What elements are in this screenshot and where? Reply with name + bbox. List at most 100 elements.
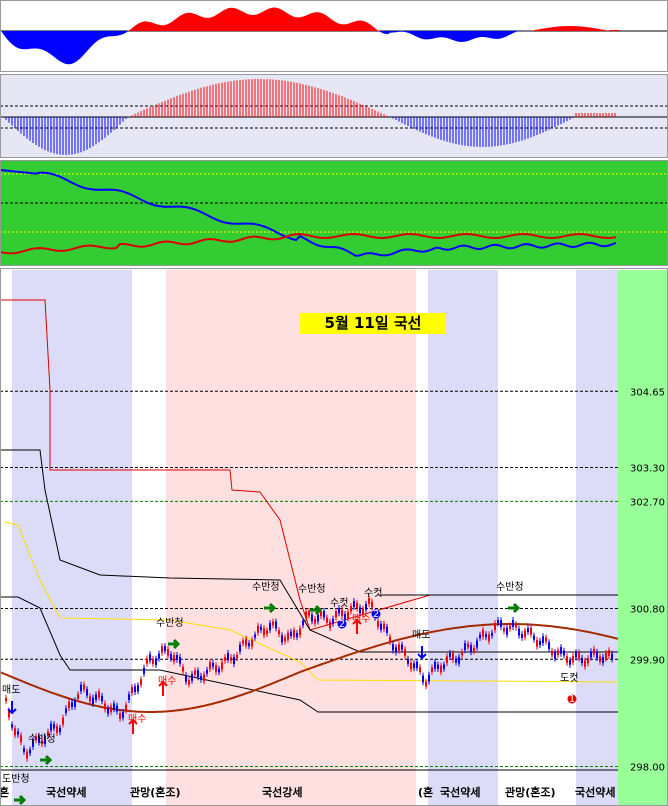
candle-body xyxy=(389,636,391,643)
candle-body xyxy=(275,621,277,629)
candle-body xyxy=(146,658,148,664)
trading-chart: 매도수반청도반청매수수반청매수수반청 수반청2수컷매수 2수컷매도수반청1도컷 30… xyxy=(0,0,668,806)
candle-body xyxy=(308,610,310,616)
candle-body xyxy=(56,726,58,733)
candle-body xyxy=(353,601,355,608)
candle-body xyxy=(431,667,433,672)
candle-body xyxy=(515,624,517,628)
signal-label: 매수 xyxy=(352,613,370,625)
candle-body xyxy=(320,611,322,617)
candle-body xyxy=(464,643,466,651)
y-tick-label: 300.80 xyxy=(630,605,665,616)
candle-body xyxy=(551,650,553,656)
regime-band xyxy=(428,270,498,806)
candle-body xyxy=(137,685,139,692)
chart-title: 5월 11일 국선 xyxy=(300,313,446,334)
candle-body xyxy=(179,656,181,664)
candle-body xyxy=(293,630,295,637)
candle-body xyxy=(512,620,514,627)
candle-body xyxy=(317,614,319,622)
candle-body xyxy=(245,638,247,646)
signal-label: 매도 xyxy=(412,629,430,641)
candle-body xyxy=(548,642,550,649)
candle-body xyxy=(248,643,250,647)
candle-body xyxy=(608,650,610,656)
regime-band xyxy=(166,270,416,806)
price-panel: 매도수반청도반청매수수반청매수수반청 수반청2수컷매수 2수컷매도수반청1도컷 30… xyxy=(0,268,668,806)
candle-body xyxy=(593,648,595,655)
candle-body xyxy=(239,644,241,652)
candle-body xyxy=(545,637,547,642)
candle-body xyxy=(488,634,490,642)
candle-body xyxy=(224,657,226,661)
candle-body xyxy=(170,654,172,659)
candle-body xyxy=(17,731,19,735)
candle-body xyxy=(581,657,583,664)
candle-body xyxy=(65,708,67,713)
candle-body xyxy=(518,628,520,636)
candle-body xyxy=(185,675,187,682)
candle-body xyxy=(305,611,307,619)
candle-body xyxy=(458,656,460,664)
candle-body xyxy=(188,680,190,685)
candle-body xyxy=(20,735,22,743)
candle-body xyxy=(62,717,64,725)
cut-badge-label: 2 xyxy=(373,609,379,620)
candle-body xyxy=(149,654,151,661)
candle-body xyxy=(365,603,367,610)
regime-label: 국선약세 xyxy=(440,785,480,799)
candle-body xyxy=(158,653,160,659)
candle-body xyxy=(281,635,283,643)
candle-body xyxy=(194,670,196,675)
candle-body xyxy=(152,658,154,665)
regime-band xyxy=(12,270,132,806)
candle-body xyxy=(584,660,586,667)
candle-body xyxy=(566,656,568,663)
regime-label: 국선약세 xyxy=(46,785,86,799)
candle-body xyxy=(89,696,91,702)
candle-body xyxy=(134,686,136,692)
candle-body xyxy=(380,623,382,630)
candle-body xyxy=(563,650,565,656)
candle-body xyxy=(218,668,220,673)
candle-body xyxy=(167,649,169,656)
candle-body xyxy=(443,664,445,669)
candle-body xyxy=(587,658,589,664)
candle-body xyxy=(227,652,229,660)
candle-body xyxy=(500,620,502,628)
candle-body xyxy=(395,647,397,653)
signal-label: 수컷 xyxy=(330,597,348,609)
candle-body xyxy=(416,661,418,669)
candle-body xyxy=(296,633,298,638)
candle-body xyxy=(74,700,76,707)
candle-body xyxy=(530,627,532,635)
candle-body xyxy=(125,704,127,711)
candle-body xyxy=(221,662,223,670)
candle-body xyxy=(326,617,328,623)
candle-body xyxy=(143,667,145,674)
candle-body xyxy=(539,640,541,646)
histogram-panel xyxy=(0,74,668,158)
candle-body xyxy=(203,674,205,682)
candle-body xyxy=(578,652,580,659)
candle-body xyxy=(191,674,193,681)
candle-body xyxy=(83,684,85,690)
candle-body xyxy=(95,694,97,700)
candle-body xyxy=(536,639,538,647)
candle-body xyxy=(413,663,415,669)
candle-body xyxy=(197,670,199,678)
candle-body xyxy=(251,639,253,647)
candle-body xyxy=(302,620,304,626)
candle-body xyxy=(542,636,544,644)
signal-label: 수반청 xyxy=(496,581,524,593)
candle-body xyxy=(77,694,79,699)
candle-body xyxy=(119,713,121,719)
candle-body xyxy=(560,647,562,654)
candle-body xyxy=(455,658,457,663)
candle-body xyxy=(521,634,523,638)
candle-body xyxy=(479,634,481,638)
signal-label: 매수 xyxy=(158,675,176,687)
candle-body xyxy=(215,665,217,673)
candle-body xyxy=(449,653,451,657)
candle-body xyxy=(425,681,427,687)
